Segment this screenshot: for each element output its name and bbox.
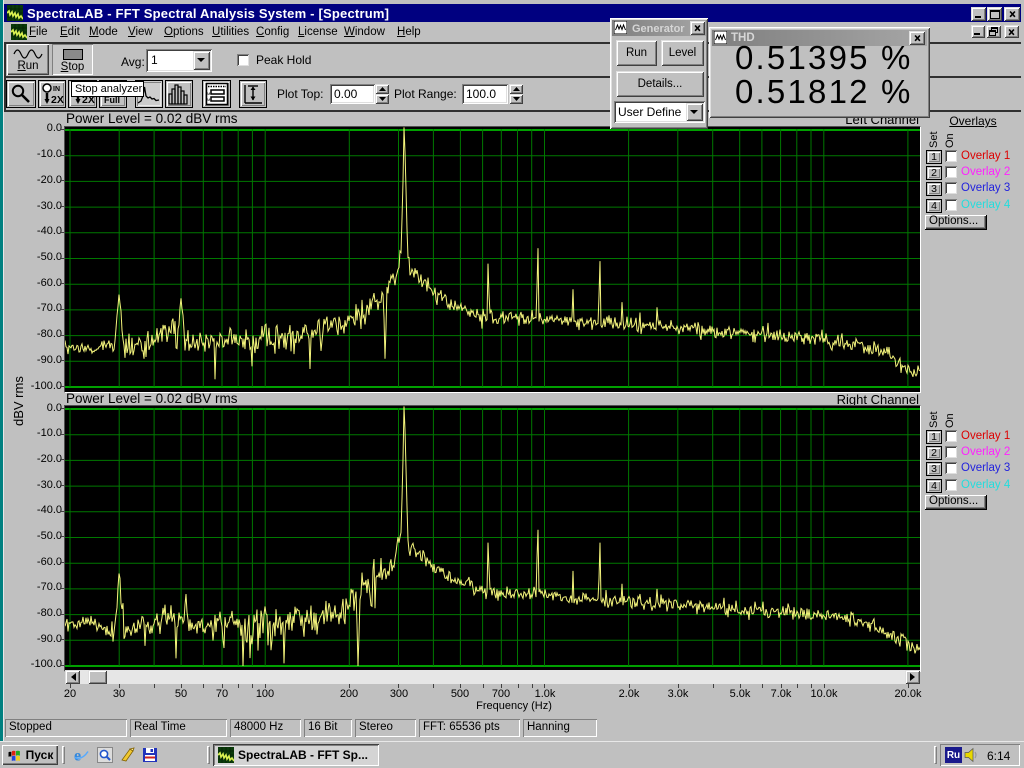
svg-text:M: M bbox=[207, 91, 210, 96]
svg-text:M: M bbox=[207, 97, 210, 102]
svg-text:2X: 2X bbox=[51, 94, 64, 106]
svg-text:IN: IN bbox=[53, 86, 60, 93]
svg-text:e: e bbox=[74, 748, 81, 764]
